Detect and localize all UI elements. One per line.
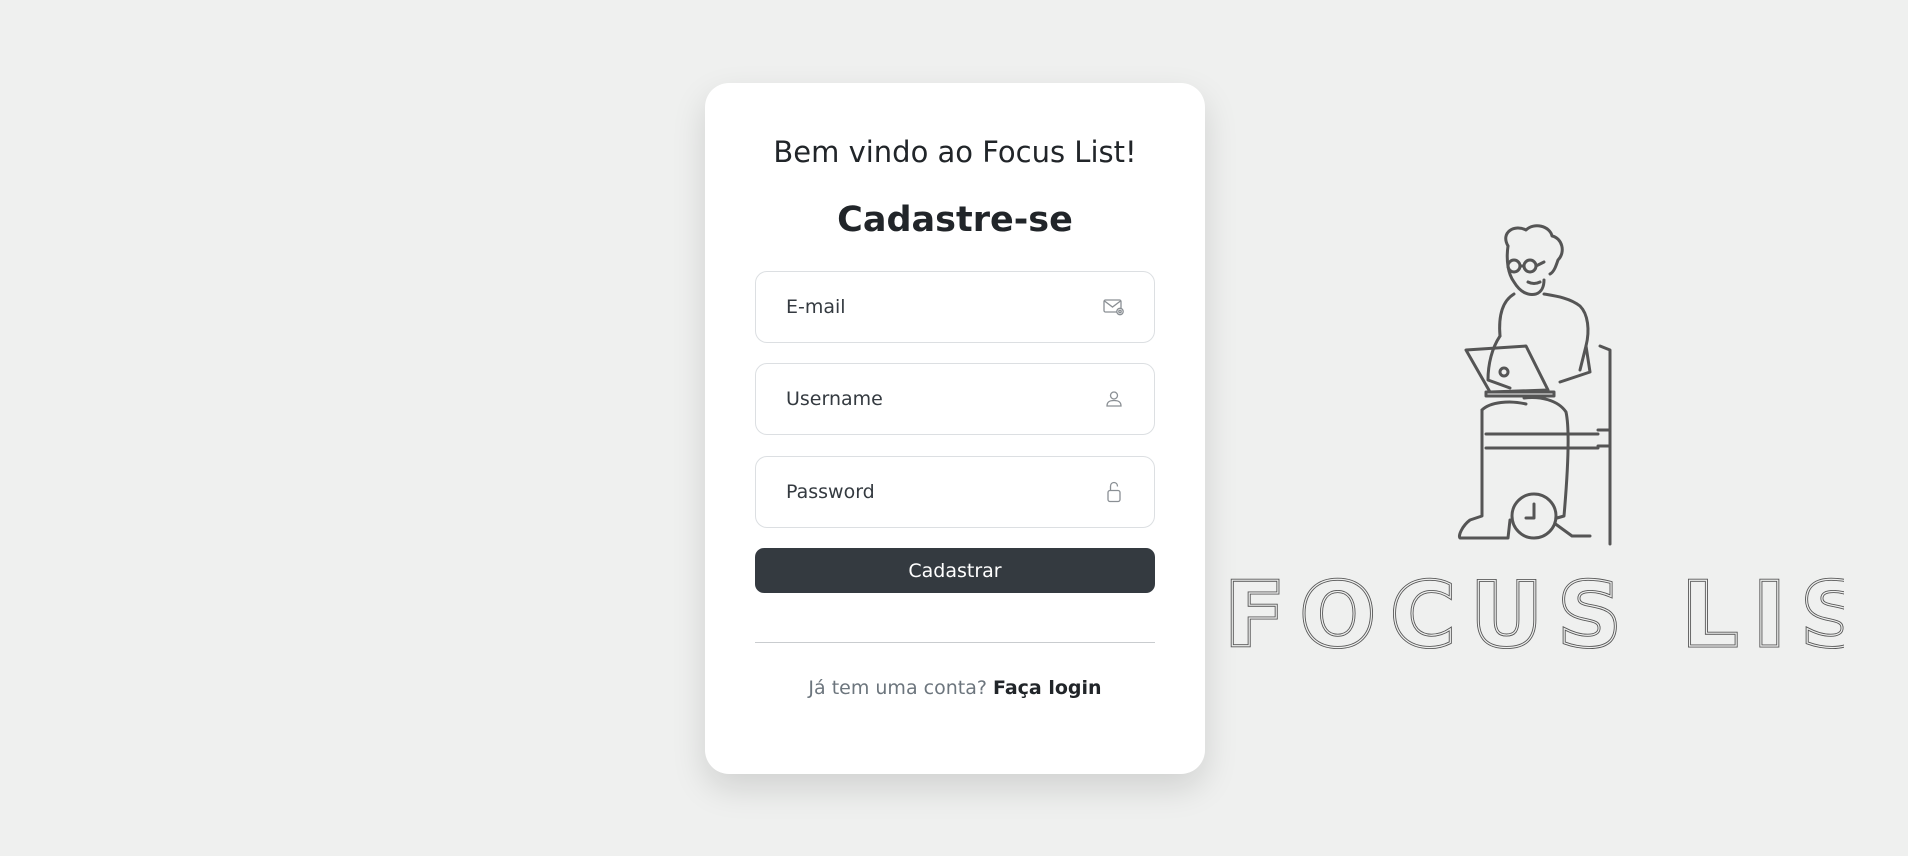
person-laptop-illustration	[1458, 224, 1612, 546]
username-input[interactable]	[756, 364, 1154, 434]
focus-list-logo: FOCUS LIST FOCUS LIST	[1224, 562, 1844, 661]
welcome-heading: Bem vindo ao Focus List!	[773, 135, 1137, 169]
person-icon	[1102, 387, 1126, 411]
envelope-icon	[1102, 295, 1126, 319]
page-title: Cadastre-se	[837, 200, 1073, 240]
logo-text-inline: FOCUS LIST	[1224, 563, 1844, 660]
login-link[interactable]: Faça login	[993, 677, 1102, 699]
email-input[interactable]	[756, 272, 1154, 342]
password-input[interactable]	[756, 457, 1154, 527]
signup-card: Bem vindo ao Focus List! Cadastre-se E-m…	[705, 83, 1205, 774]
signup-button[interactable]: Cadastrar	[755, 548, 1155, 593]
password-field	[755, 456, 1155, 528]
lock-icon	[1102, 480, 1126, 504]
login-prompt-text: Já tem uma conta?	[808, 677, 987, 699]
login-prompt: Já tem uma conta? Faça login	[705, 677, 1205, 699]
email-field	[755, 271, 1155, 343]
username-field	[755, 363, 1155, 435]
divider	[755, 642, 1155, 643]
